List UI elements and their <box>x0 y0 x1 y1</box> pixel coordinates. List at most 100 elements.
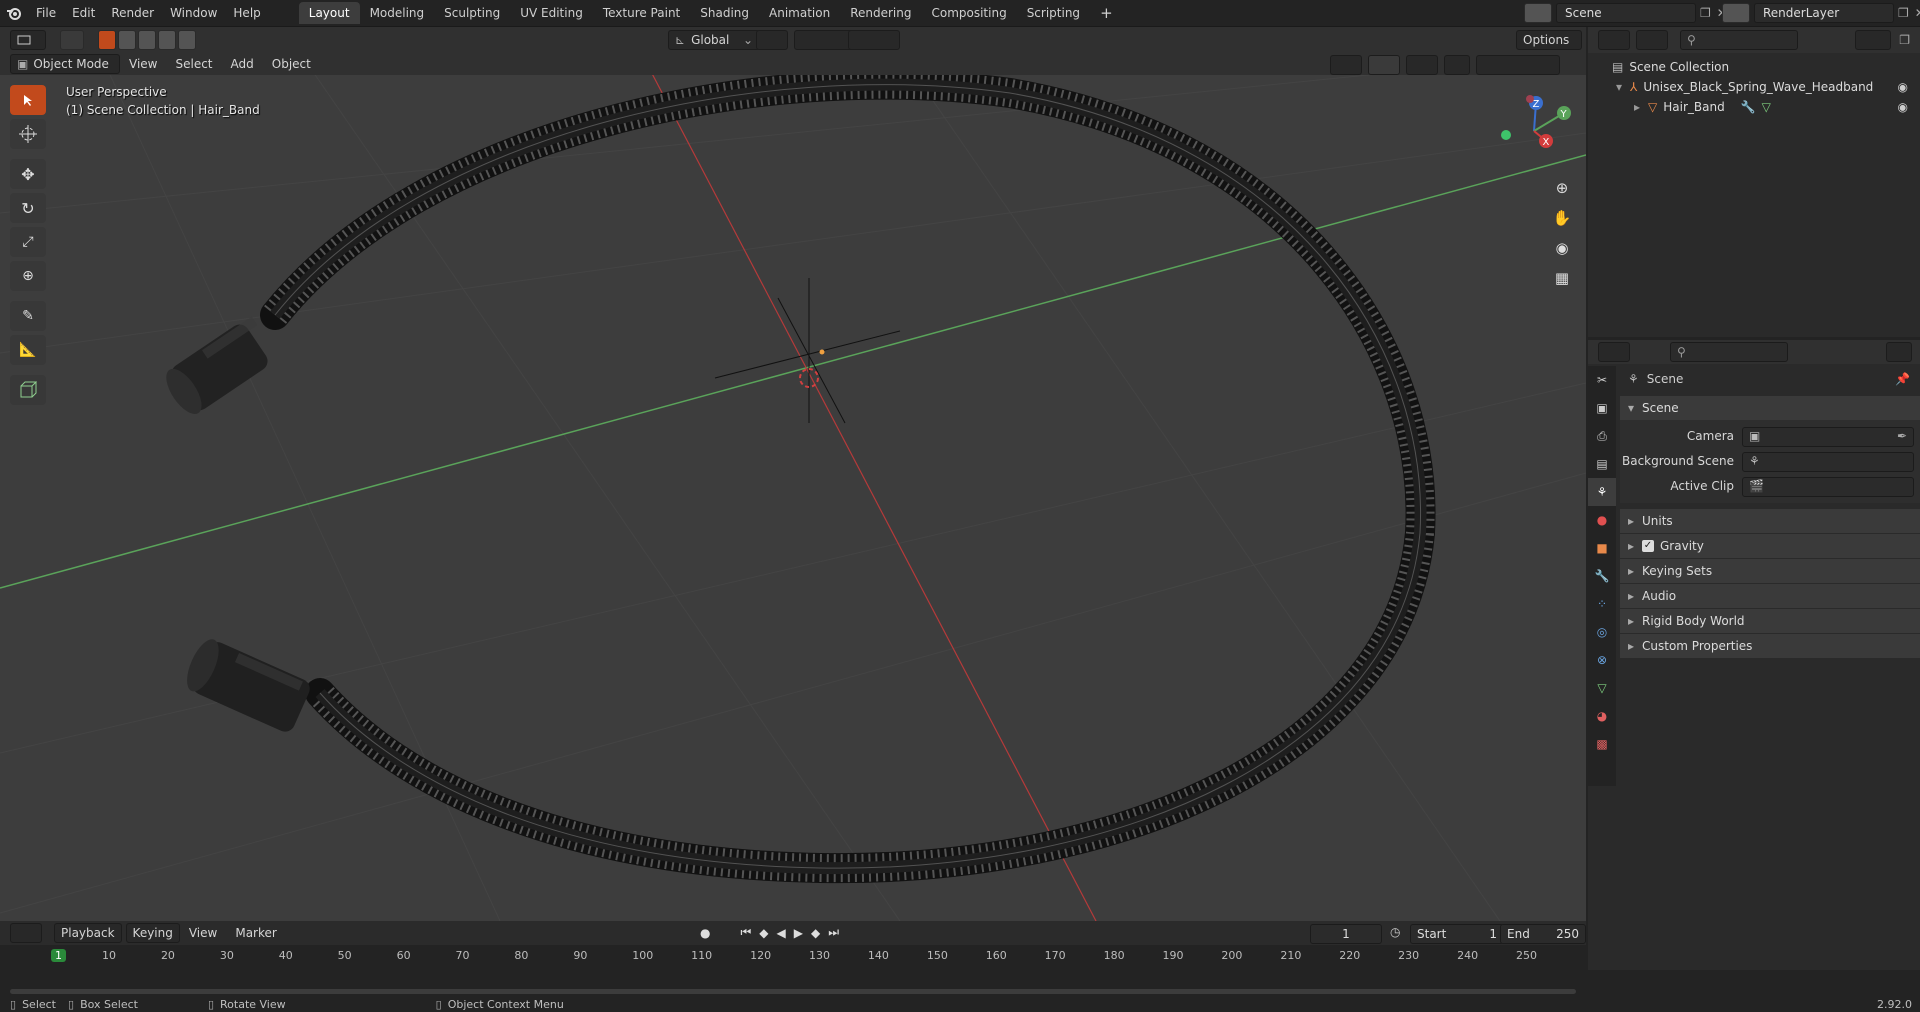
end-frame-field[interactable]: End 250 <box>1500 924 1586 944</box>
menu-object[interactable]: Object <box>263 53 320 75</box>
modifier-tab-icon[interactable]: 🔧 <box>1588 562 1616 590</box>
render-layer-selector[interactable]: RenderLayer ❐ ✕ <box>1722 3 1920 23</box>
particles-tab-icon[interactable]: ⁘ <box>1588 590 1616 618</box>
eyedropper-icon[interactable]: ✒ <box>1897 424 1907 449</box>
custom-properties-panel[interactable]: ▸ Custom Properties <box>1620 634 1920 658</box>
xray-toggle[interactable] <box>1444 55 1470 75</box>
menu-help[interactable]: Help <box>225 0 268 26</box>
eye-icon[interactable]: ◉ <box>1898 77 1908 97</box>
timeline-editor-type[interactable] <box>10 923 42 943</box>
rotate-tool[interactable]: ↻ <box>10 193 46 223</box>
tab-rendering[interactable]: Rendering <box>840 2 921 24</box>
outliner-item-row[interactable]: ▾ ⅄ Unisex_Black_Spring_Wave_Headband ◉ <box>1588 77 1920 97</box>
tab-compositing[interactable]: Compositing <box>921 2 1016 24</box>
menu-window[interactable]: Window <box>162 0 225 26</box>
scene-name-field[interactable]: Scene <box>1556 3 1696 23</box>
texture-tab-icon[interactable]: ▩ <box>1588 730 1616 758</box>
gravity-checkbox[interactable]: ✓ <box>1642 540 1654 552</box>
marker-menu[interactable]: Marker <box>226 921 285 945</box>
active-clip-field[interactable]: 🎬 <box>1742 476 1914 497</box>
camera-view-icon[interactable]: ◉ <box>1550 239 1574 269</box>
add-workspace-icon[interactable]: + <box>1090 2 1123 24</box>
properties-options-dropdown[interactable] <box>1886 342 1912 362</box>
scene-panel-header[interactable]: ▾ Scene <box>1620 396 1920 420</box>
tab-scripting[interactable]: Scripting <box>1017 2 1090 24</box>
background-scene-field[interactable]: ⚘ <box>1742 451 1914 472</box>
tab-sculpting[interactable]: Sculpting <box>434 2 510 24</box>
keying-menu[interactable]: Keying <box>125 923 180 943</box>
cursor-tool[interactable] <box>10 119 46 149</box>
ortho-grid-icon[interactable]: ▦ <box>1550 269 1574 299</box>
hair-band-mesh[interactable] <box>159 69 1436 884</box>
neg-x-axis-handle[interactable] <box>1526 95 1534 103</box>
expand-right-icon[interactable]: ▸ <box>1634 97 1648 117</box>
scene-icon[interactable] <box>1524 3 1552 23</box>
audio-panel[interactable]: ▸ Audio <box>1620 584 1920 609</box>
units-panel[interactable]: ▸ Units <box>1620 509 1920 534</box>
object-tab-icon[interactable]: ■ <box>1588 534 1616 562</box>
output-tab-icon[interactable]: ⎙ <box>1588 422 1616 450</box>
neg-y-axis-handle[interactable] <box>1501 130 1511 140</box>
annotate-tool[interactable]: ✎ <box>10 301 46 331</box>
new-layer-icon[interactable]: ❐ <box>1898 6 1909 20</box>
timeline-scrollbar[interactable] <box>10 989 1576 994</box>
prev-keyframe-icon[interactable]: ◆ <box>759 926 768 940</box>
gravity-panel[interactable]: ▸ ✓ Gravity <box>1620 534 1920 559</box>
overlay-toggle[interactable] <box>1406 55 1438 75</box>
physics-tab-icon[interactable]: ◎ <box>1588 618 1616 646</box>
select-box-tool[interactable] <box>10 85 46 115</box>
jump-end-icon[interactable]: ⏭ <box>828 925 839 940</box>
clock-icon[interactable]: ◷ <box>1390 925 1400 939</box>
record-icon[interactable]: ● <box>700 926 710 940</box>
play-icon[interactable]: ▶ <box>794 926 803 940</box>
zoom-icon[interactable]: ⊕ <box>1550 179 1574 209</box>
timeline-view-menu[interactable]: View <box>180 921 226 945</box>
add-cube-tool[interactable] <box>10 375 46 405</box>
tab-modeling[interactable]: Modeling <box>360 2 435 24</box>
shading-mode-buttons[interactable] <box>1476 55 1560 75</box>
render-layer-icon[interactable] <box>1722 3 1750 23</box>
select-invert-icon[interactable] <box>158 30 176 50</box>
tab-layout[interactable]: Layout <box>298 2 360 24</box>
proportional-edit-dropdown[interactable] <box>848 30 900 50</box>
navigation-gizmo[interactable]: Z Y X <box>1494 91 1574 171</box>
tab-animation[interactable]: Animation <box>759 2 840 24</box>
constraints-tab-icon[interactable]: ⊗ <box>1588 646 1616 674</box>
play-reverse-icon[interactable]: ◀ <box>777 926 786 940</box>
tab-uv-editing[interactable]: UV Editing <box>510 2 593 24</box>
menu-render[interactable]: Render <box>103 0 162 26</box>
scene-tab-icon[interactable]: ⚘ <box>1588 478 1616 506</box>
pan-hand-icon[interactable]: ✋ <box>1550 209 1574 239</box>
visibility-dropdown[interactable] <box>1330 55 1362 75</box>
select-extend-icon[interactable] <box>118 30 136 50</box>
pin-icon[interactable]: 📌 <box>1895 372 1910 386</box>
outliner-item-row[interactable]: ▸ ▽ Hair_Band 🔧 ▽ ◉ <box>1588 97 1920 117</box>
menu-file[interactable]: File <box>28 0 64 26</box>
tab-texture-paint[interactable]: Texture Paint <box>593 2 690 24</box>
pivot-point-dropdown[interactable] <box>756 30 788 50</box>
rigid-body-world-panel[interactable]: ▸ Rigid Body World <box>1620 609 1920 634</box>
scale-tool[interactable]: ⤢ <box>10 227 46 257</box>
playback-menu[interactable]: Playback <box>54 923 122 943</box>
move-tool[interactable]: ✥ <box>10 159 46 189</box>
transform-tool[interactable]: ⊕ <box>10 261 46 291</box>
jump-start-icon[interactable]: ⏮ <box>740 925 751 940</box>
outliner-search-input[interactable]: ⚲ <box>1680 30 1798 50</box>
next-keyframe-icon[interactable]: ◆ <box>811 926 820 940</box>
eye-icon[interactable]: ◉ <box>1898 97 1908 117</box>
orientation-dropdown[interactable]: ⊾ Global ⌄ <box>668 30 760 50</box>
start-frame-field[interactable]: Start 1 <box>1410 924 1504 944</box>
editor-type-dropdown[interactable] <box>10 30 46 50</box>
options-dropdown[interactable]: Options <box>1516 30 1582 50</box>
material-tab-icon[interactable]: ◕ <box>1588 702 1616 730</box>
delete-layer-icon[interactable]: ✕ <box>1915 6 1920 20</box>
render-tab-icon[interactable]: ▣ <box>1588 394 1616 422</box>
blender-logo-icon[interactable] <box>0 5 28 21</box>
new-collection-icon[interactable]: ❐ <box>1899 33 1910 47</box>
camera-field[interactable]: ▣ ✒ <box>1742 424 1914 449</box>
timeline-track[interactable]: 1 10 20 30 40 50 60 70 80 90 100 110 120 130 140 150 160… <box>0 945 1586 997</box>
menu-select[interactable]: Select <box>166 53 221 75</box>
current-frame-field[interactable]: 1 <box>1310 924 1382 944</box>
mesh-data-tab-icon[interactable]: ▽ <box>1588 674 1616 702</box>
expand-down-icon[interactable]: ▾ <box>1616 77 1630 97</box>
